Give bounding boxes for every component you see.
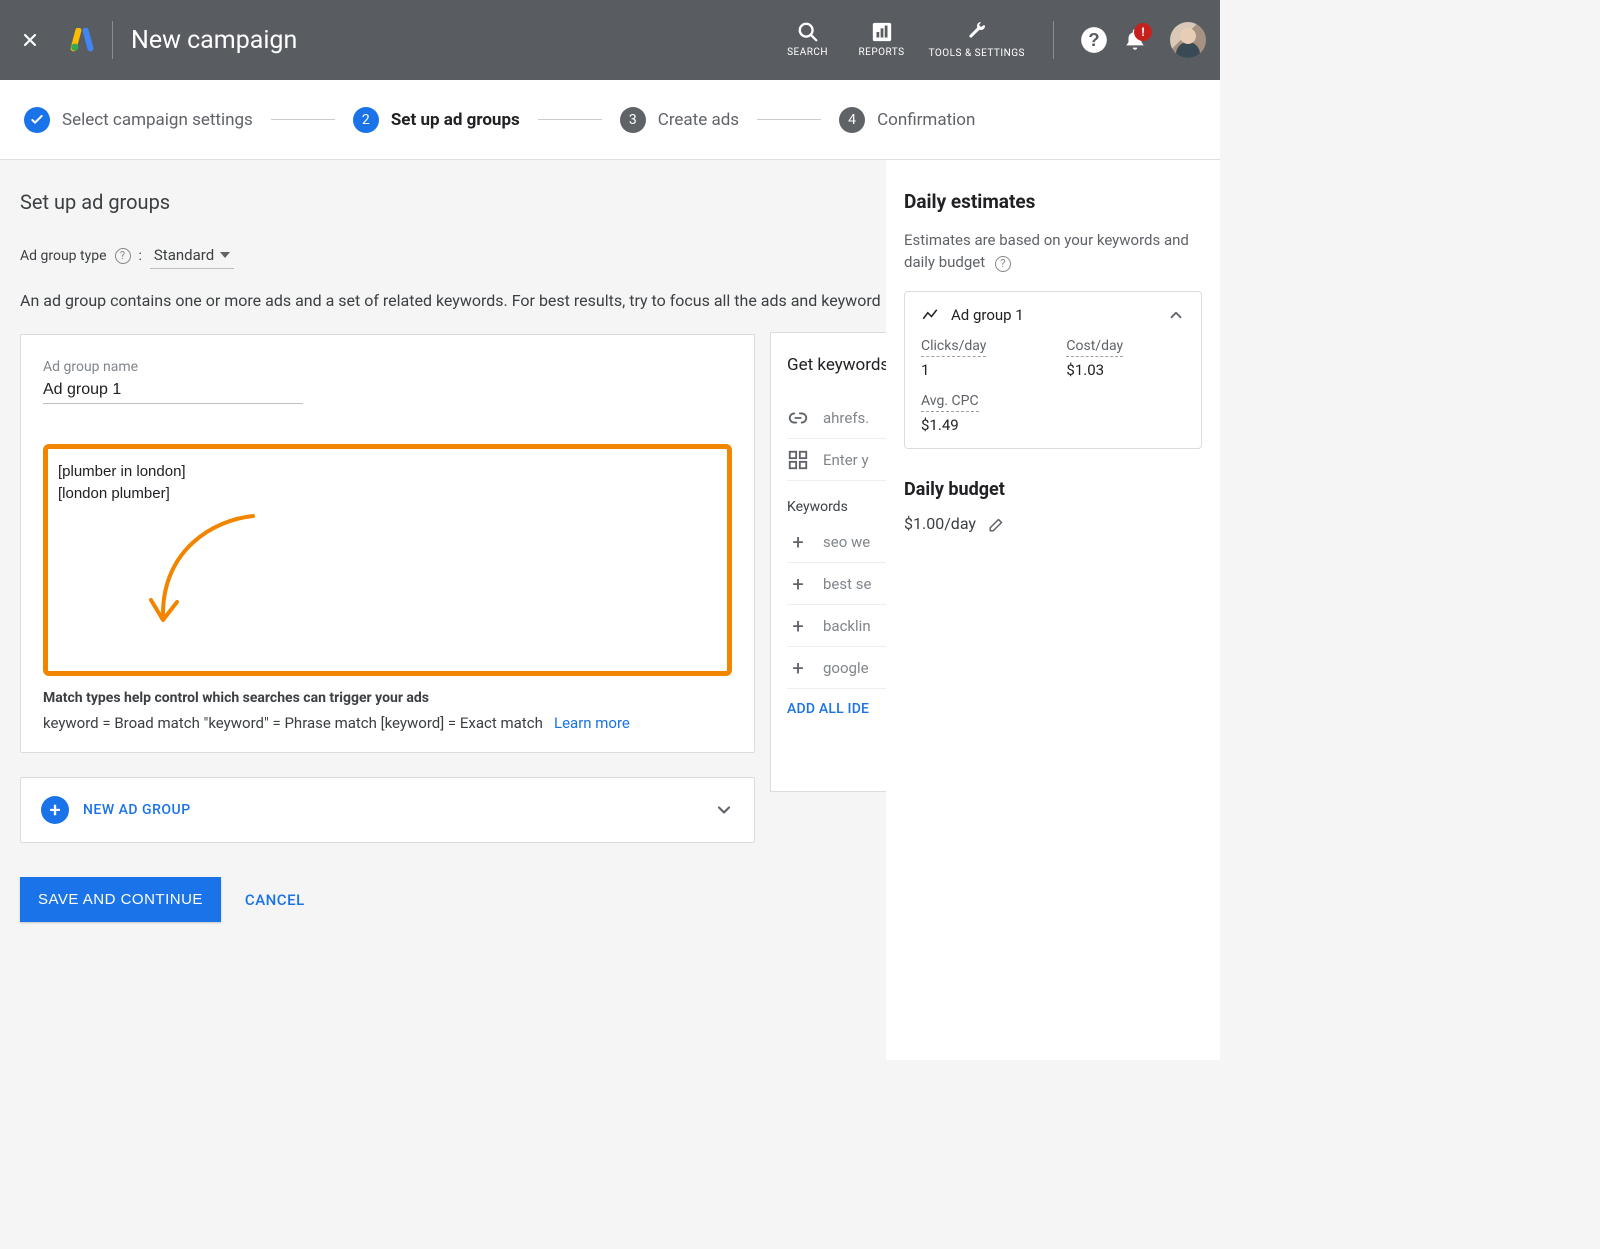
daily-estimates-panel: Daily estimates Estimates are based on y…	[886, 160, 1220, 1060]
help-icon[interactable]: ?	[995, 256, 1011, 272]
search-icon	[797, 21, 819, 43]
keyword-suggestion[interactable]: +google	[787, 647, 893, 689]
keyword-suggestion[interactable]: +backlin	[787, 605, 893, 647]
cancel-button[interactable]: CANCEL	[245, 891, 305, 909]
help-icon[interactable]: ?	[115, 248, 131, 264]
nav-search[interactable]: SEARCH	[781, 21, 835, 59]
alert-badge: !	[1134, 23, 1152, 41]
step-1[interactable]: Select campaign settings	[24, 107, 253, 133]
ad-group-type-select[interactable]: Standard	[150, 242, 234, 269]
plus-icon: +	[787, 573, 809, 595]
clicks-value: 1	[921, 361, 986, 379]
page-title: New campaign	[131, 26, 297, 55]
edit-budget-button[interactable]	[988, 515, 1006, 533]
ad-group-name-input[interactable]	[43, 377, 303, 404]
reports-icon	[871, 21, 893, 43]
nav-tools-settings[interactable]: TOOLS & SETTINGS	[929, 20, 1025, 60]
plus-circle-icon: +	[41, 796, 69, 824]
chevron-up-icon[interactable]	[1167, 306, 1185, 324]
ideas-products-input[interactable]: Enter y	[787, 439, 893, 481]
estimates-heading: Daily estimates	[904, 190, 1202, 213]
avatar[interactable]	[1170, 22, 1206, 58]
estimates-group-name: Ad group 1	[951, 306, 1024, 324]
step-3[interactable]: 3 Create ads	[620, 107, 739, 133]
estimates-sub: Estimates are based on your keywords and…	[904, 229, 1202, 273]
ideas-kw-heading: Keywords	[787, 499, 893, 515]
keyword-suggestion[interactable]: +best se	[787, 563, 893, 605]
plus-icon: +	[787, 531, 809, 553]
learn-more-link[interactable]: Learn more	[554, 714, 630, 732]
wrench-icon	[965, 20, 989, 44]
ad-group-card: Ad group name [plumber in london] [londo…	[20, 334, 755, 753]
ideas-title: Get keywords	[787, 355, 893, 375]
svg-text:?: ?	[1088, 29, 1099, 50]
add-all-ideas-button[interactable]: ADD ALL IDE	[787, 701, 893, 717]
step-4[interactable]: 4 Confirmation	[839, 107, 975, 133]
help-icon[interactable]: ?	[1080, 26, 1108, 54]
plus-icon: +	[787, 615, 809, 637]
app-header: New campaign SEARCH REPORTS TOOLS & SETT…	[0, 0, 1220, 80]
keyword-suggestion[interactable]: +seo we	[787, 521, 893, 563]
clicks-label: Clicks/day	[921, 338, 986, 357]
notifications-button[interactable]: !	[1122, 27, 1148, 53]
close-icon[interactable]	[18, 28, 42, 52]
cpc-label: Avg. CPC	[921, 393, 979, 412]
campaign-stepper: Select campaign settings 2 Set up ad gro…	[0, 80, 1220, 160]
daily-budget-value: $1.00/day	[904, 514, 976, 533]
keywords-textarea[interactable]: [plumber in london] [london plumber]	[58, 461, 717, 659]
cpc-value: $1.49	[921, 416, 1185, 434]
keywords-box-highlight: [plumber in london] [london plumber]	[43, 444, 732, 676]
grid-icon	[787, 449, 809, 471]
estimates-card: Ad group 1 Clicks/day 1 Cost/day $1.03 A…	[904, 291, 1202, 449]
check-icon	[24, 107, 50, 133]
new-ad-group-button[interactable]: + NEW AD GROUP	[20, 777, 755, 843]
chevron-down-icon	[220, 252, 230, 258]
daily-budget-heading: Daily budget	[904, 479, 1202, 500]
nav-reports[interactable]: REPORTS	[855, 21, 909, 59]
cost-value: $1.03	[1066, 361, 1123, 379]
ad-group-name-label: Ad group name	[43, 359, 732, 375]
save-and-continue-button[interactable]: SAVE AND CONTINUE	[20, 877, 221, 922]
link-icon	[787, 407, 809, 429]
ideas-url-input[interactable]: ahrefs.	[787, 397, 893, 439]
google-ads-logo	[70, 28, 94, 52]
match-types-legend: keyword = Broad match "keyword" = Phrase…	[43, 714, 732, 732]
step-2[interactable]: 2 Set up ad groups	[353, 107, 520, 133]
chevron-down-icon	[714, 800, 734, 820]
match-types-heading: Match types help control which searches …	[43, 690, 732, 706]
trend-icon	[921, 306, 939, 324]
ad-group-type-label: Ad group type	[20, 248, 107, 264]
cost-label: Cost/day	[1066, 338, 1123, 357]
explain-text: An ad group contains one or more ads and…	[20, 291, 880, 310]
plus-icon: +	[787, 657, 809, 679]
